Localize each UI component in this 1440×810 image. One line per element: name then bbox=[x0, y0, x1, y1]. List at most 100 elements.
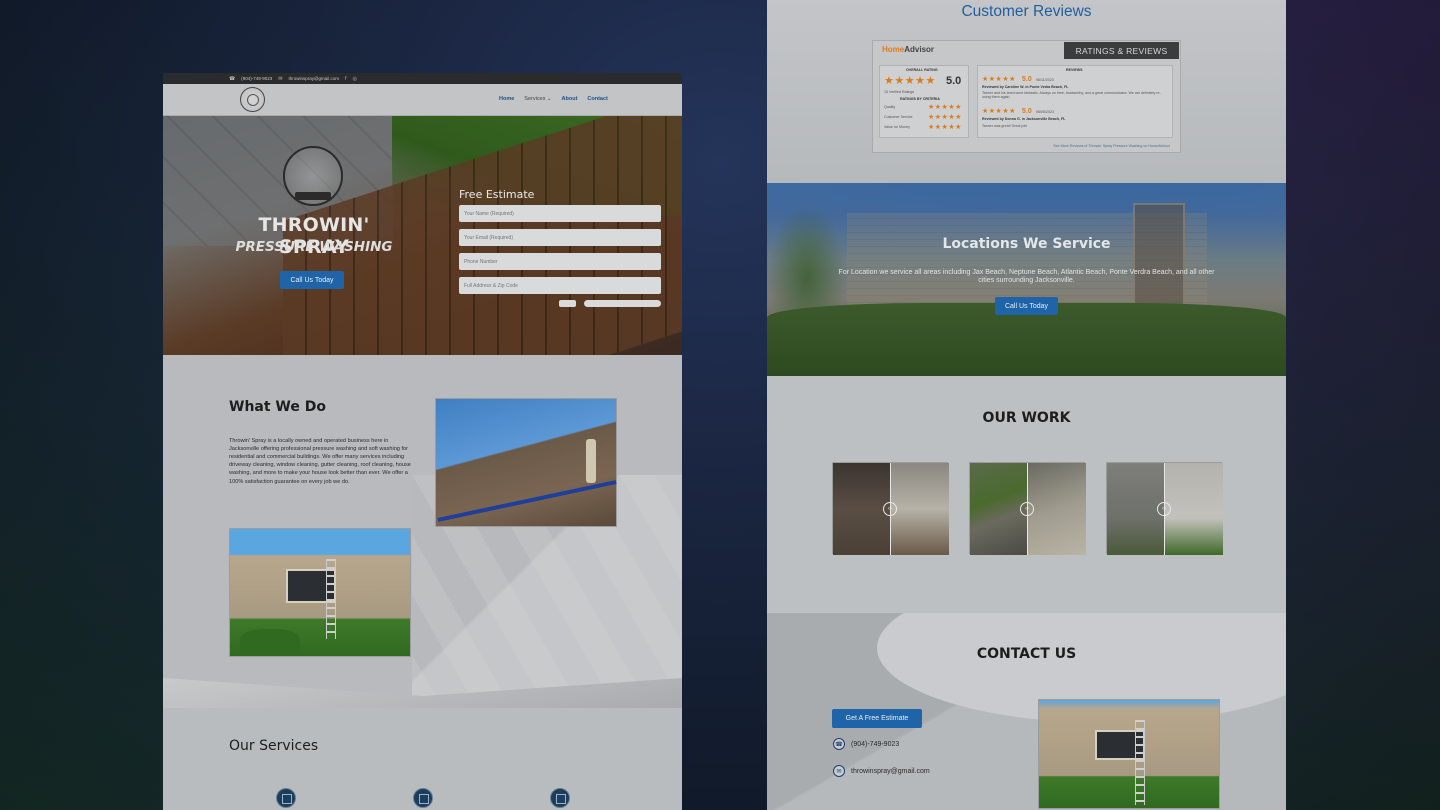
captcha-field[interactable] bbox=[559, 300, 577, 307]
criteria-service: Customer Service bbox=[884, 115, 913, 119]
roof-cleaning-photo bbox=[435, 398, 617, 527]
after-image bbox=[891, 463, 949, 555]
what-we-do-heading: What We Do bbox=[229, 399, 326, 415]
photo-hose bbox=[437, 480, 617, 522]
homeadvisor-widget[interactable]: HomeAdvisor RATINGS & REVIEWS OVERALL RA… bbox=[872, 40, 1181, 153]
hero-section: THROWIN' SPRAY PRESSURE WASHING Call Us … bbox=[163, 116, 682, 355]
criteria-label: RATINGS BY CRITERIA bbox=[900, 97, 940, 101]
homepage-preview-left: ☎ (904)-749-9023 ✉ throwinspray@gmail.co… bbox=[163, 73, 682, 810]
locations-section: Locations We Service For Location we ser… bbox=[767, 183, 1286, 376]
reviews-heading: Customer Reviews bbox=[961, 3, 1092, 20]
criteria-service-stars: ★★★★★ bbox=[928, 114, 962, 121]
address-field[interactable] bbox=[459, 277, 661, 294]
nav-item-services-label: Services bbox=[524, 96, 546, 102]
facebook-icon[interactable]: f bbox=[345, 76, 346, 82]
name-field[interactable] bbox=[459, 205, 661, 222]
locations-call-button[interactable]: Call Us Today bbox=[995, 297, 1058, 315]
email-icon: ✉ bbox=[278, 75, 283, 82]
contact-section: CONTACT US Get A Free Estimate ☎ (904)-7… bbox=[767, 613, 1286, 810]
topbar-email[interactable]: throwinspray@gmail.com bbox=[288, 76, 339, 81]
review-2-stars: ★★★★★ bbox=[982, 108, 1016, 115]
call-us-button[interactable]: Call Us Today bbox=[280, 271, 344, 289]
review-2-author: Reviewed by Donna G. in Jacksonville Bea… bbox=[982, 117, 1066, 121]
slider-handle-icon[interactable]: ‹› bbox=[883, 502, 897, 516]
before-after-siding[interactable]: ‹› bbox=[1106, 462, 1223, 555]
site-logo[interactable] bbox=[240, 87, 265, 112]
free-estimate-form: Free Estimate bbox=[459, 188, 661, 307]
criteria-quality-stars: ★★★★★ bbox=[928, 104, 962, 111]
house-service-icon[interactable] bbox=[550, 788, 570, 808]
nav-links: Home Services ⌄ About Contact bbox=[499, 96, 608, 102]
verified-count: 15 Verified Ratings bbox=[884, 90, 915, 94]
what-we-do-section: What We Do Throwin' Spray is a locally o… bbox=[163, 355, 682, 715]
chevron-down-icon: ⌄ bbox=[546, 96, 552, 102]
nav-item-services[interactable]: Services ⌄ bbox=[524, 96, 551, 102]
before-after-driveway[interactable]: ‹› bbox=[969, 462, 1086, 555]
contact-house-photo bbox=[1038, 699, 1220, 809]
ratings-reviews-tag: RATINGS & REVIEWS bbox=[1064, 42, 1179, 59]
contact-heading: CONTACT US bbox=[976, 646, 1077, 662]
our-services-heading: Our Services bbox=[229, 738, 319, 754]
photo-ladder bbox=[326, 559, 336, 639]
contact-phone[interactable]: ☎ (904)-749-9023 bbox=[833, 738, 899, 750]
review-2-date: 06/05/2023 bbox=[1036, 110, 1054, 114]
reviews-panel: REVIEWS ★★★★★ 5.0 06/11/2023 Reviewed by… bbox=[977, 65, 1173, 138]
photo-bush bbox=[240, 629, 300, 655]
roof-service-icon[interactable] bbox=[413, 788, 433, 808]
phone-icon: ☎ bbox=[833, 738, 845, 750]
our-work-heading: OUR WORK bbox=[982, 410, 1071, 426]
review-2-text: Tanner was great! Great job! bbox=[982, 124, 1028, 128]
criteria-value: Value for Money bbox=[884, 125, 910, 129]
contact-phone-text: (904)-749-9023 bbox=[851, 740, 900, 748]
phone-icon: ☎ bbox=[229, 75, 236, 82]
homeadvisor-logo-advisor: Advisor bbox=[904, 45, 935, 54]
customer-reviews-section: Customer Reviews HomeAdvisor RATINGS & R… bbox=[767, 0, 1286, 183]
locations-text: For Location we service all areas includ… bbox=[838, 269, 1215, 285]
after-image bbox=[1165, 463, 1223, 555]
review-1-author: Reviewed by Caroline W. in Ponte Vedra B… bbox=[982, 85, 1069, 89]
get-free-estimate-button[interactable]: Get A Free Estimate bbox=[832, 709, 922, 728]
form-title: Free Estimate bbox=[459, 188, 535, 201]
see-more-reviews-link[interactable]: See More Reviews of Throwin' Spray Press… bbox=[1053, 144, 1170, 148]
review-1-stars: ★★★★★ bbox=[982, 76, 1016, 83]
contact-email-text: throwinspray@gmail.com bbox=[851, 767, 930, 775]
overall-stars: ★★★★★ bbox=[884, 75, 936, 87]
slider-handle-icon[interactable]: ‹› bbox=[1157, 502, 1171, 516]
locations-door bbox=[1133, 203, 1185, 313]
our-work-section: OUR WORK ‹› ‹› ‹› bbox=[767, 376, 1286, 613]
review-2-score: 5.0 bbox=[1022, 108, 1032, 115]
review-1-date: 06/11/2023 bbox=[1036, 78, 1054, 82]
reviews-label: REVIEWS bbox=[1066, 68, 1083, 72]
contact-email[interactable]: ✉ throwinspray@gmail.com bbox=[833, 765, 930, 777]
review-1-text: Tanner and his team were fantastic. Alwa… bbox=[982, 91, 1161, 99]
photo-ladder bbox=[1135, 720, 1145, 805]
photo-worker bbox=[586, 439, 596, 483]
instagram-icon[interactable]: ◎ bbox=[352, 76, 356, 82]
email-icon: ✉ bbox=[833, 765, 845, 777]
our-services-section: Our Services bbox=[163, 708, 682, 808]
overall-rating-label: OVERALL RATING bbox=[906, 68, 938, 72]
what-we-do-text: Throwin' Spray is a locally owned and op… bbox=[229, 438, 411, 485]
homeadvisor-logo: HomeAdvisor bbox=[882, 45, 934, 54]
before-after-steps[interactable]: ‹› bbox=[832, 462, 949, 555]
criteria-quality: Quality bbox=[884, 105, 896, 109]
window-service-icon[interactable] bbox=[276, 788, 296, 808]
criteria-value-stars: ★★★★★ bbox=[928, 124, 962, 131]
overall-rating-panel: OVERALL RATING ★★★★★ 5.0 15 Verified Rat… bbox=[879, 65, 969, 138]
nav-item-home[interactable]: Home bbox=[499, 96, 514, 102]
house-washing-photo bbox=[229, 528, 411, 657]
hero-subtitle: PRESSURE WASHING bbox=[235, 239, 393, 255]
nav-item-contact[interactable]: Contact bbox=[587, 96, 607, 102]
hero-logo bbox=[283, 146, 343, 206]
after-image bbox=[1028, 463, 1086, 555]
submit-button[interactable] bbox=[584, 300, 661, 307]
nav-item-about[interactable]: About bbox=[562, 96, 578, 102]
phone-field[interactable] bbox=[459, 253, 661, 270]
homepage-preview-right: Customer Reviews HomeAdvisor RATINGS & R… bbox=[767, 0, 1286, 810]
topbar-phone[interactable]: (904)-749-9023 bbox=[241, 76, 272, 81]
email-field[interactable] bbox=[459, 229, 661, 246]
homeadvisor-logo-home: Home bbox=[882, 45, 905, 54]
slider-handle-icon[interactable]: ‹› bbox=[1020, 502, 1034, 516]
top-bar: ☎ (904)-749-9023 ✉ throwinspray@gmail.co… bbox=[163, 73, 682, 84]
form-actions bbox=[459, 300, 661, 307]
